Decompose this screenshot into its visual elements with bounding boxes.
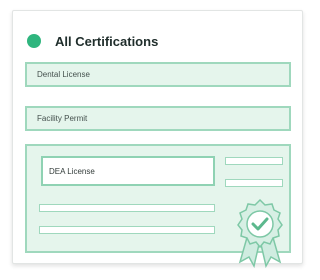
placeholder-line xyxy=(225,179,283,187)
dea-license-label: DEA License xyxy=(49,166,95,176)
page-title: All Certifications xyxy=(55,33,159,49)
status-dot-icon xyxy=(27,34,41,48)
cert-row-label: Facility Permit xyxy=(37,114,88,123)
certifications-header: All Certifications xyxy=(27,31,158,51)
cert-row-label: Dental License xyxy=(37,70,90,79)
cert-row-facility-permit[interactable]: Facility Permit xyxy=(25,106,291,131)
cert-row-dental-license[interactable]: Dental License xyxy=(25,62,291,87)
verified-badge-icon xyxy=(237,198,283,268)
placeholder-line xyxy=(225,157,283,165)
placeholder-line xyxy=(39,204,215,212)
dea-license-field[interactable]: DEA License xyxy=(41,156,215,186)
placeholder-line xyxy=(39,226,215,234)
